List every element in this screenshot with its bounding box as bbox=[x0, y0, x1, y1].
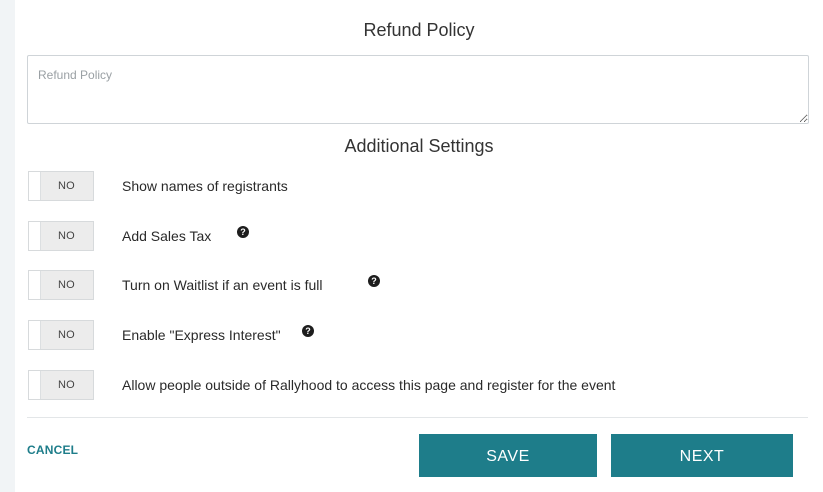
next-button[interactable]: NEXT bbox=[611, 434, 793, 477]
cancel-link[interactable]: CANCEL bbox=[27, 443, 78, 457]
setting-row-express-interest: NO Enable "Express Interest" ? bbox=[28, 320, 808, 350]
waitlist-toggle[interactable]: NO bbox=[28, 270, 94, 300]
setting-row-waitlist: NO Turn on Waitlist if an event is full … bbox=[28, 270, 808, 300]
express-interest-toggle[interactable]: NO bbox=[28, 320, 94, 350]
refund-policy-input[interactable] bbox=[27, 55, 809, 124]
toggle-state: NO bbox=[57, 230, 76, 242]
express-interest-label: Enable "Express Interest" bbox=[122, 327, 281, 343]
public-access-toggle[interactable]: NO bbox=[28, 370, 94, 400]
question-circle-icon[interactable]: ? bbox=[368, 275, 380, 287]
toggle-state: NO bbox=[57, 180, 76, 192]
setting-row-public-access: NO Allow people outside of Rallyhood to … bbox=[28, 370, 808, 400]
setting-row-show-names: NO Show names of registrants bbox=[28, 171, 808, 201]
sales-tax-label: Add Sales Tax bbox=[122, 228, 212, 244]
question-circle-icon[interactable]: ? bbox=[237, 226, 249, 238]
refund-policy-title: Refund Policy bbox=[363, 20, 475, 40]
toggle-state: NO bbox=[57, 379, 76, 391]
show-names-toggle[interactable]: NO bbox=[28, 171, 94, 201]
form-panel: Refund Policy Additional Settings NO Sho… bbox=[15, 0, 823, 492]
save-button[interactable]: SAVE bbox=[419, 434, 597, 477]
additional-settings-title: Additional Settings bbox=[344, 136, 494, 156]
waitlist-label: Turn on Waitlist if an event is full bbox=[122, 277, 323, 293]
question-circle-icon[interactable]: ? bbox=[302, 325, 314, 337]
footer-divider bbox=[27, 417, 808, 418]
show-names-label: Show names of registrants bbox=[122, 178, 288, 194]
setting-row-sales-tax: NO Add Sales Tax ? bbox=[28, 221, 808, 251]
toggle-state: NO bbox=[57, 279, 76, 291]
sales-tax-toggle[interactable]: NO bbox=[28, 221, 94, 251]
public-access-label: Allow people outside of Rallyhood to acc… bbox=[122, 377, 616, 393]
toggle-state: NO bbox=[57, 329, 76, 341]
